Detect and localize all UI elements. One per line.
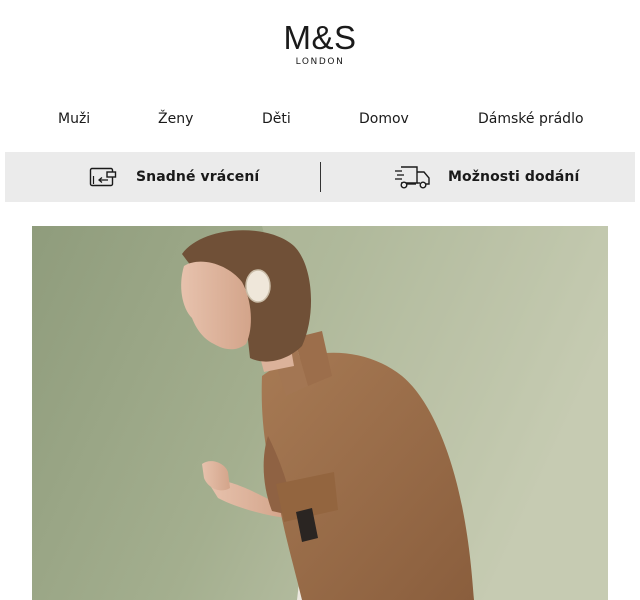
hero-banner[interactable] (32, 226, 608, 600)
service-bar: Snadné vrácení Možnosti dodání (5, 152, 635, 202)
easy-returns-link[interactable]: Snadné vrácení (89, 152, 259, 202)
nav-item-lingerie[interactable]: Dámské prádlo (478, 106, 584, 132)
nav-item-kids[interactable]: Děti (262, 106, 291, 132)
brand-logo[interactable]: M&S LONDON (0, 0, 640, 80)
nav-item-men[interactable]: Muži (58, 106, 90, 132)
delivery-options-label: Možnosti dodání (448, 169, 580, 185)
return-box-icon (89, 165, 117, 189)
delivery-truck-icon (393, 163, 433, 191)
delivery-options-link[interactable]: Možnosti dodání (393, 152, 579, 202)
main-navigation: Muži Ženy Děti Domov Dámské prádlo (0, 106, 640, 132)
brand-tagline: LONDON (295, 57, 345, 67)
easy-returns-label: Snadné vrácení (136, 169, 260, 185)
service-divider (320, 162, 321, 192)
nav-item-home[interactable]: Domov (359, 106, 409, 132)
woman-in-brown-shirt-photo (32, 226, 608, 600)
brand-name: M&S (283, 19, 357, 56)
nav-item-women[interactable]: Ženy (158, 106, 193, 132)
